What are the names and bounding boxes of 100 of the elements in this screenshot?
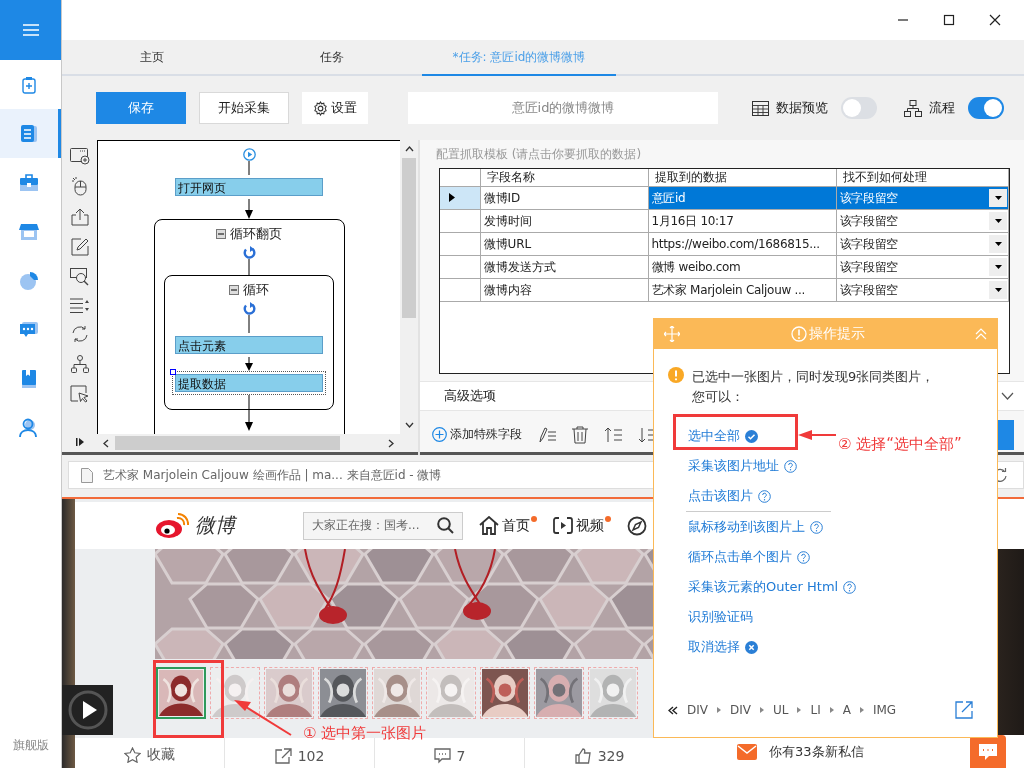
path-crumb[interactable]: DIV — [730, 703, 751, 717]
option-link[interactable]: 取消选择 — [688, 638, 740, 656]
action-button[interactable]: 329 — [574, 748, 625, 764]
compass-icon[interactable] — [627, 515, 647, 536]
warning-icon — [668, 367, 684, 383]
thumbnail-frame[interactable] — [156, 667, 206, 719]
path-crumb[interactable]: DIV — [687, 703, 708, 717]
zoom-icon[interactable] — [70, 268, 89, 286]
start-button[interactable]: 开始采集 — [199, 92, 289, 124]
option-link[interactable]: 识别验证码 — [688, 608, 753, 626]
dropdown-cell[interactable]: 该字段留空 — [836, 278, 1009, 302]
option-link[interactable]: 鼠标移动到该图片上 — [688, 518, 805, 536]
menu-icon[interactable] — [22, 24, 39, 36]
table-cell: 微博 weibo.com — [648, 255, 836, 279]
add-window-icon[interactable] — [69, 148, 90, 165]
scroll-up-icon[interactable] — [404, 146, 414, 152]
search-icon[interactable] — [437, 517, 454, 534]
thumbnail-frame[interactable] — [264, 667, 314, 719]
thumbnail-frame[interactable] — [534, 667, 584, 719]
refresh-icon[interactable] — [70, 325, 89, 343]
option-link[interactable]: 循环点击单个图片 — [688, 548, 792, 566]
task-name-field[interactable]: 意匠id的微博微博 — [408, 92, 718, 124]
path-crumb[interactable]: LI — [810, 703, 821, 717]
delete-icon[interactable] — [572, 425, 588, 444]
page-title: 艺术家 Marjolein Caljouw 绘画作品 | ma... 来自意匠id - 微博 — [103, 466, 442, 484]
flow-step[interactable]: 打开网页 — [175, 178, 323, 196]
collapse-icon[interactable] — [229, 285, 239, 295]
action-button[interactable]: 7 — [433, 748, 466, 764]
add-field-button[interactable]: 添加特殊字段 — [432, 426, 522, 443]
start-icon[interactable] — [242, 148, 256, 161]
dropdown-button[interactable] — [989, 258, 1007, 276]
nav-link[interactable]: 视频 — [553, 516, 611, 535]
save-button[interactable]: 保存 — [96, 92, 186, 124]
message-notice[interactable]: 你有33条新私信 — [769, 742, 864, 761]
external-link-icon[interactable] — [955, 701, 973, 719]
close-icon — [989, 14, 1001, 26]
settings-button[interactable]: 设置 — [302, 92, 368, 124]
current-row-icon — [449, 193, 455, 202]
help-icon[interactable] — [810, 520, 823, 534]
tab[interactable]: 主页 — [62, 40, 242, 76]
column-header: 提取到的数据 — [648, 169, 836, 187]
flow-step[interactable]: 提取数据 — [175, 374, 323, 392]
path-crumb[interactable]: IMG — [872, 703, 897, 717]
expand-panel-icon[interactable] — [75, 438, 84, 446]
thumbnail-frame[interactable] — [588, 667, 638, 719]
nav-link[interactable]: 首页 — [479, 516, 537, 535]
list-sort-icon[interactable] — [70, 298, 89, 313]
dropdown-cell[interactable]: 该字段留空 — [836, 255, 1009, 279]
help-icon[interactable] — [758, 489, 771, 503]
edit-list-icon[interactable] — [538, 426, 556, 443]
caret-icon — [829, 707, 834, 713]
dropdown-button[interactable] — [989, 235, 1007, 253]
mouse-icon[interactable] — [71, 177, 88, 196]
collapse-icon[interactable] — [216, 229, 226, 239]
scroll-right-icon[interactable] — [388, 438, 394, 448]
edition-label: 旗舰版 — [11, 737, 50, 754]
toggle-switch[interactable] — [841, 97, 877, 119]
hierarchy-icon[interactable] — [70, 355, 89, 373]
help-icon[interactable] — [797, 550, 810, 564]
upload-icon[interactable] — [70, 208, 89, 226]
help-icon[interactable] — [843, 580, 857, 594]
dropdown-button[interactable] — [989, 189, 1007, 207]
collapse-left-icon[interactable] — [668, 705, 678, 715]
thumbnail-frame[interactable] — [480, 667, 530, 719]
chat-icon — [19, 320, 39, 339]
dropdown-button[interactable] — [989, 281, 1007, 299]
tab[interactable]: 任务 — [242, 40, 422, 76]
scroll-down-icon[interactable] — [404, 422, 414, 428]
action-button[interactable]: 收藏 — [124, 746, 175, 764]
move-up-icon[interactable] — [604, 426, 622, 443]
select-pointer-icon[interactable] — [70, 385, 89, 403]
path-crumb[interactable]: UL — [773, 703, 789, 717]
scroll-left-icon[interactable] — [103, 438, 109, 448]
thumbnail-frame[interactable] — [318, 667, 368, 719]
thumbnail-frame[interactable] — [372, 667, 422, 719]
help-icon[interactable] — [784, 459, 797, 473]
search-field[interactable]: 大家正在搜：国考... — [303, 511, 463, 540]
chat-button[interactable] — [970, 735, 1006, 768]
dropdown-cell[interactable]: 该字段留空 — [836, 186, 1009, 210]
logo-text[interactable]: 微博 — [195, 512, 235, 539]
dropdown-cell[interactable]: 该字段留空 — [836, 209, 1009, 233]
dropdown-cell[interactable]: 该字段留空 — [836, 232, 1009, 256]
dropdown-button[interactable] — [989, 212, 1007, 230]
path-crumb[interactable]: A — [842, 703, 851, 717]
store-icon — [19, 222, 39, 241]
thumbnail-frame[interactable] — [426, 667, 476, 719]
thumbnail-frame[interactable] — [210, 667, 260, 719]
sidebar-item[interactable] — [0, 109, 61, 158]
play-button[interactable] — [62, 685, 113, 735]
option-link[interactable]: 采集该元素的Outer Html — [688, 578, 839, 596]
column-header: 找不到如何处理 — [836, 169, 1009, 187]
action-button[interactable]: 102 — [274, 748, 325, 764]
option-link[interactable]: 选中全部 — [688, 427, 740, 445]
confirm-button[interactable] — [998, 419, 1014, 450]
edit-icon[interactable] — [70, 238, 89, 256]
flow-step[interactable]: 点击元素 — [175, 336, 323, 354]
logo-icon[interactable] — [155, 512, 189, 539]
option-link[interactable]: 点击该图片 — [688, 487, 753, 505]
row-header[interactable] — [440, 186, 480, 210]
toggle-switch[interactable] — [968, 97, 1004, 119]
